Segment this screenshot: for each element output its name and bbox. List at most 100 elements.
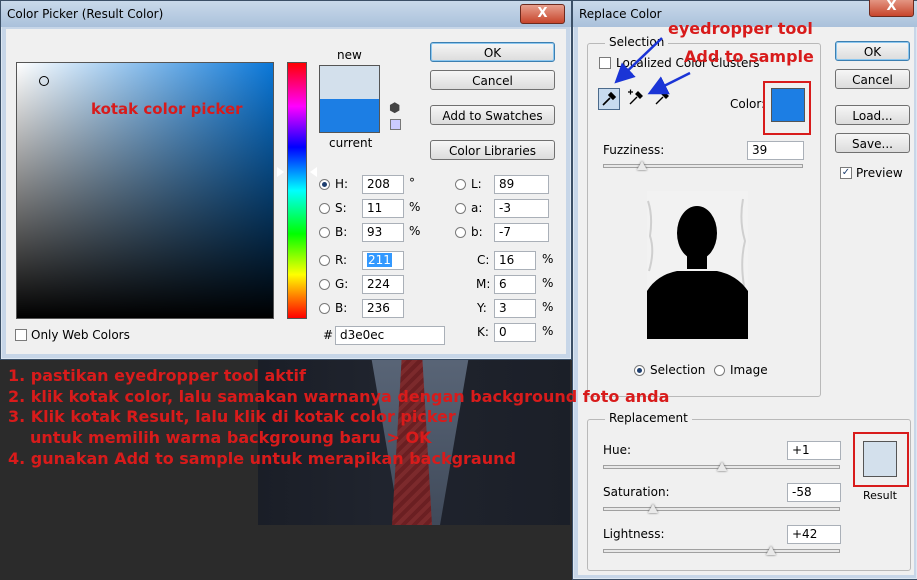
color-libraries-button[interactable]: Color Libraries [430,140,555,160]
current-color-swatch[interactable] [319,99,380,133]
current-label: current [329,136,373,150]
radio-selection[interactable] [634,365,645,376]
hue-arrow-right[interactable] [310,167,317,177]
radio-r[interactable] [319,255,330,266]
out-of-gamut-icon[interactable]: ⬢ [389,101,400,116]
radio-g[interactable] [319,279,330,290]
ok-button[interactable]: OK [835,41,910,61]
annotation-step4: 4. gunakan Add to sample untuk merapikan… [8,449,516,468]
color-picker-title: Color Picker (Result Color) [7,7,164,21]
field-lab-b[interactable]: -7 [494,223,549,242]
hue-field[interactable]: +1 [787,441,841,460]
label-r: R: [335,253,348,267]
label-l: L: [471,177,482,191]
result-label: Result [863,489,897,502]
annotation-picker-box: kotak color picker [91,100,243,118]
subtract-from-sample-button[interactable] [652,88,674,110]
unit-k: % [542,324,554,338]
hue-slider[interactable] [287,62,307,319]
add-to-swatches-button[interactable]: Add to Swatches [430,105,555,125]
add-to-sample-button[interactable] [626,88,648,110]
unit-m: % [542,276,554,290]
localized-clusters-checkbox[interactable] [599,57,611,69]
annotation-result-box [853,432,909,487]
load-button[interactable]: Load... [835,105,910,125]
lightness-label: Lightness: [603,527,665,541]
annotation-step3: 3. Klik kotak Result, lalu klik di kotak… [8,407,456,426]
label-s: S: [335,201,347,215]
lightness-field[interactable]: +42 [787,525,841,544]
color-label: Color: [730,97,766,111]
unit-h: ° [409,176,415,190]
unit-c: % [542,252,554,266]
field-s[interactable]: 11 [362,199,404,218]
eyedropper-plus-icon [628,89,643,105]
fuzziness-field[interactable]: 39 [747,141,804,160]
radio-b[interactable] [319,227,330,238]
eyedropper-icon [602,91,617,106]
label-m: M: [476,277,491,291]
cancel-button[interactable]: Cancel [430,70,555,90]
annotation-step1: 1. pastikan eyedropper tool aktif [8,366,306,385]
label-k: K: [477,325,489,339]
radio-l[interactable] [455,179,466,190]
saturation-slider[interactable] [603,507,840,511]
hex-label: # [323,328,334,342]
replace-color-window: Replace Color X Selection Localized Colo… [572,0,917,580]
replace-color-title: Replace Color [579,7,662,21]
hex-field[interactable]: d3e0ec [335,326,445,345]
radio-s[interactable] [319,203,330,214]
field-l[interactable]: 89 [494,175,549,194]
field-m[interactable]: 6 [494,275,536,294]
radio-bv[interactable] [319,303,330,314]
hue-thumb[interactable] [716,462,727,471]
field-g[interactable]: 224 [362,275,404,294]
ok-button[interactable]: OK [430,42,555,62]
radio-h[interactable] [319,179,330,190]
saturation-label: Saturation: [603,485,670,499]
fuzziness-slider[interactable] [603,164,803,168]
preview-checkbox[interactable]: ✓ [840,167,852,179]
label-lab-b: b: [471,225,483,239]
color-field-cursor[interactable] [39,76,49,86]
label-c: C: [477,253,490,267]
new-color-swatch [319,65,380,99]
unit-b: % [409,224,421,238]
cancel-button[interactable]: Cancel [835,69,910,89]
close-button[interactable]: X [869,0,914,17]
lightness-slider[interactable] [603,549,840,553]
label-g: G: [335,277,349,291]
fuzziness-thumb[interactable] [637,161,647,170]
field-k[interactable]: 0 [494,323,536,342]
lightness-thumb[interactable] [766,546,777,555]
field-c[interactable]: 16 [494,251,536,270]
close-button[interactable]: X [520,4,565,24]
eyedropper-tool-button[interactable] [598,88,620,110]
radio-lab-b[interactable] [455,227,466,238]
field-h[interactable]: 208 [362,175,404,194]
saturation-field[interactable]: -58 [787,483,841,502]
selection-mask-preview [647,191,748,339]
radio-image[interactable] [714,365,725,376]
hue-arrow-left[interactable] [277,167,284,177]
annotation-step3b: untuk memilih warna backgroung baru > OK [30,428,432,447]
label-h: H: [335,177,349,191]
field-bv[interactable]: 236 [362,299,404,318]
annotation-add-sample: Add to sample [684,47,814,66]
label-bv: B: [335,301,348,315]
silhouette-mask [647,191,748,339]
annotation-step2: 2. klik kotak color, lalu samakan warnan… [8,387,670,406]
field-b[interactable]: 93 [362,223,404,242]
annotation-color-box [763,81,811,135]
field-r[interactable]: 211 [362,251,404,270]
save-button[interactable]: Save... [835,133,910,153]
field-y[interactable]: 3 [494,299,536,318]
saturation-thumb[interactable] [647,504,658,513]
radio-a[interactable] [455,203,466,214]
unit-y: % [542,300,554,314]
field-a[interactable]: -3 [494,199,549,218]
color-picker-window: Color Picker (Result Color) X new curren… [0,0,572,360]
web-safe-swatch[interactable] [390,119,401,130]
radio-image-label: Image [730,363,768,377]
only-web-colors-checkbox[interactable] [15,329,27,341]
